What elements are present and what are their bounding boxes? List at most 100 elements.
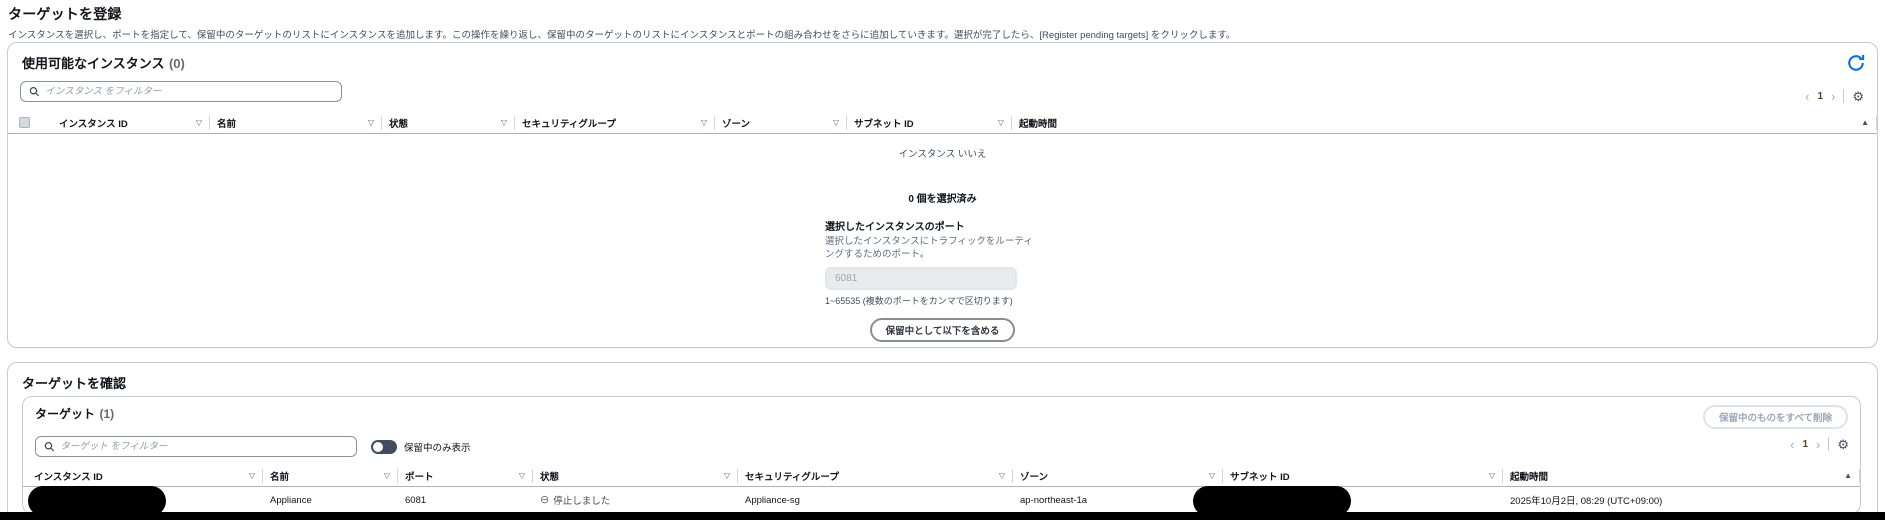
- sort-caret-icon: ▽: [723, 470, 730, 480]
- targets-header: ターゲット (1): [35, 405, 114, 423]
- sort-caret-icon: ▽: [832, 117, 839, 127]
- prev-page-button[interactable]: ‹: [1805, 90, 1809, 103]
- targets-pagination: ‹ 1 › ⚙: [1790, 437, 1849, 451]
- next-page-button[interactable]: ›: [1831, 90, 1835, 103]
- current-page[interactable]: 1: [1817, 91, 1823, 102]
- column-label: セキュリティグループ: [745, 471, 839, 483]
- column-launch-time[interactable]: 起動時間 ▲: [1503, 468, 1860, 483]
- redaction-bar: [0, 512, 1885, 520]
- sort-caret-icon: ▽: [367, 117, 374, 127]
- column-zone[interactable]: ゾーン ▽: [715, 115, 847, 130]
- toggle-knob: [373, 441, 383, 452]
- remove-all-pending-button[interactable]: 保留中のものをすべて削除: [1703, 405, 1848, 429]
- targets-filter-box: [35, 436, 357, 457]
- targets-container: ターゲット (1) 保留中のものをすべて削除 保留中のみ表示 ‹: [22, 396, 1861, 516]
- refresh-button[interactable]: [1846, 53, 1866, 73]
- column-instance-id[interactable]: インスタンス ID ▽: [52, 115, 210, 130]
- sort-caret-icon: ▽: [700, 117, 707, 127]
- stopped-icon: ⊖: [540, 493, 550, 506]
- column-launch-time[interactable]: 起動時間 ▲: [1012, 115, 1877, 130]
- available-instances-panel: 使用可能なインスタンス (0) ‹ 1 › ⚙ インスタンス ID ▽ 名前: [7, 42, 1878, 348]
- column-subnet-id[interactable]: サブネット ID ▽: [847, 115, 1012, 130]
- sort-caret-icon: ▽: [195, 117, 202, 127]
- state-label: 停止しました: [553, 496, 611, 507]
- instances-filter-input[interactable]: [45, 86, 333, 97]
- empty-state-text: インスタンス いいえ: [898, 149, 987, 160]
- target-row[interactable]: Appliance 6081 ⊖ 停止しました Appliance-sg ap-…: [23, 486, 1860, 516]
- column-label: インスタンス ID: [59, 118, 128, 130]
- gear-icon[interactable]: ⚙: [1852, 90, 1864, 103]
- column-name[interactable]: 名前 ▽: [210, 115, 382, 130]
- sort-caret-icon: ▽: [248, 470, 255, 480]
- search-icon: [29, 87, 40, 97]
- sort-caret-icon: ▽: [500, 117, 507, 127]
- page-description: インスタンスを選択し、ポートを指定して、保留中のターゲットのリストにインスタンス…: [8, 30, 1236, 41]
- sort-caret-icon: ▽: [998, 470, 1005, 480]
- targets-filter-input[interactable]: [60, 441, 348, 452]
- instances-filter-box: [20, 81, 342, 102]
- cell-zone: ap-northeast-1a: [1020, 494, 1088, 506]
- column-label: 状態: [389, 118, 409, 130]
- column-name[interactable]: 名前 ▽: [263, 468, 398, 483]
- sort-caret-icon: ▽: [1208, 470, 1215, 480]
- column-state[interactable]: 状態 ▽: [382, 115, 515, 130]
- targets-title: ターゲット: [35, 407, 96, 421]
- sort-asc-icon: ▲: [1861, 117, 1869, 127]
- pending-only-toggle[interactable]: [371, 439, 397, 454]
- selected-count-text: 0 個を選択済み: [908, 194, 977, 205]
- review-targets-title: ターゲットを確認: [22, 376, 127, 391]
- sort-caret-icon: ▽: [1488, 470, 1495, 480]
- column-label: インスタンス ID: [34, 471, 103, 483]
- column-label: 名前: [270, 471, 290, 483]
- instances-table-header: インスタンス ID ▽ 名前 ▽ 状態 ▽ セキュリティグループ ▽ ゾーン ▽…: [8, 112, 1877, 134]
- available-instances-header: 使用可能なインスタンス (0): [8, 43, 1877, 73]
- column-zone[interactable]: ゾーン ▽: [1013, 468, 1223, 483]
- column-instance-id[interactable]: インスタンス ID ▽: [23, 468, 263, 483]
- column-label: ゾーン: [722, 118, 751, 130]
- available-instances-title: 使用可能なインスタンス: [22, 56, 165, 71]
- column-label: サブネット ID: [1230, 471, 1290, 483]
- next-page-button[interactable]: ›: [1816, 438, 1820, 451]
- sort-caret-icon: ▽: [997, 117, 1004, 127]
- available-instances-count: (0): [168, 56, 185, 71]
- column-port[interactable]: ポート ▽: [398, 468, 533, 483]
- pending-only-label: 保留中のみ表示: [404, 442, 471, 454]
- refresh-icon: [1848, 55, 1865, 71]
- cell-name: Appliance: [270, 494, 312, 506]
- column-subnet-id[interactable]: サブネット ID ▽: [1223, 468, 1503, 483]
- pager-divider: [1828, 437, 1830, 451]
- port-description: 選択したインスタンスにトラフィックをルーティングするためのポート。: [825, 236, 1033, 260]
- targets-count: (1): [99, 407, 115, 421]
- search-icon: [44, 442, 55, 452]
- column-label: 状態: [540, 471, 560, 483]
- select-all-checkbox[interactable]: [8, 116, 52, 130]
- sort-asc-icon: ▲: [1844, 470, 1852, 480]
- port-input[interactable]: [825, 266, 1017, 290]
- column-label: セキュリティグループ: [522, 118, 616, 130]
- pager-divider: [1843, 89, 1845, 103]
- column-state[interactable]: 状態 ▽: [533, 468, 738, 483]
- port-constraint-text: 1~65535 (複数のポートをカンマで区切ります): [825, 295, 1013, 306]
- column-label: 起動時間: [1019, 118, 1058, 130]
- port-label: 選択したインスタンスのポート: [825, 222, 965, 233]
- page-title: ターゲットを登録: [8, 6, 122, 22]
- sort-caret-icon: ▽: [383, 470, 390, 480]
- include-pending-button[interactable]: 保留中として以下を含める: [869, 317, 1016, 342]
- column-label: 起動時間: [1510, 471, 1549, 483]
- column-label: ゾーン: [1020, 471, 1049, 483]
- column-label: ポート: [405, 471, 434, 483]
- prev-page-button[interactable]: ‹: [1790, 438, 1794, 451]
- gear-icon[interactable]: ⚙: [1837, 438, 1849, 451]
- column-label: サブネット ID: [854, 118, 914, 130]
- sort-caret-icon: ▽: [518, 470, 525, 480]
- instances-pagination: ‹ 1 › ⚙: [1805, 89, 1864, 103]
- port-section: 選択したインスタンスのポート 選択したインスタンスにトラフィックをルーティングす…: [825, 218, 1060, 307]
- cell-security-group: Appliance-sg: [745, 494, 800, 506]
- column-label: 名前: [217, 118, 237, 130]
- cell-port: 6081: [405, 494, 427, 506]
- column-security-group[interactable]: セキュリティグループ ▽: [515, 115, 715, 130]
- current-page[interactable]: 1: [1802, 439, 1808, 450]
- targets-table-header: インスタンス ID ▽ 名前 ▽ ポート ▽ 状態 ▽ セキュリティグループ ▽…: [23, 465, 1860, 487]
- column-security-group[interactable]: セキュリティグループ ▽: [738, 468, 1013, 483]
- cell-launch-time: 2025年10月2日, 08:29 (UTC+09:00): [1510, 496, 1663, 507]
